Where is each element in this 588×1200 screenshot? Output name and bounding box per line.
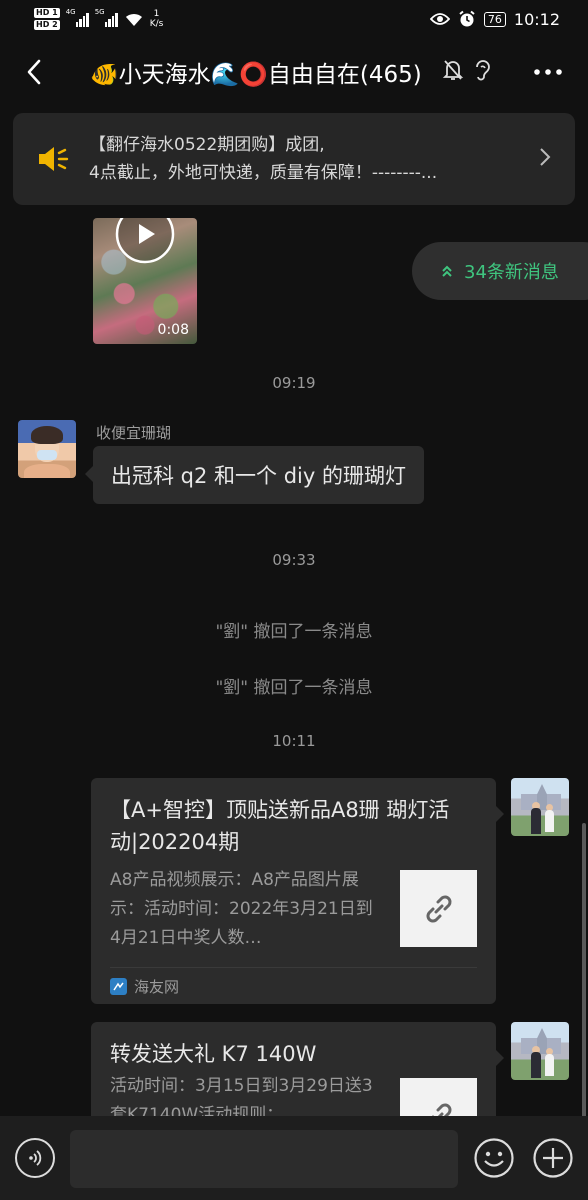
- timestamp: 10:11: [272, 732, 316, 750]
- video-duration: 0:08: [157, 322, 189, 338]
- link-icon: [430, 1103, 451, 1116]
- earpiece-icon: [476, 60, 490, 81]
- message-list[interactable]: 0:08 34条新消息 09:19 收便宜珊瑚 出冠科 q2 和一个 diy 的…: [0, 210, 588, 1116]
- link-icon: [426, 895, 451, 922]
- chevron-right-icon: [540, 148, 551, 166]
- avatar[interactable]: [511, 778, 569, 836]
- recall-notice: "劉" 撤回了一条消息: [215, 678, 373, 698]
- clock: 10:12: [513, 9, 560, 29]
- input-bar: [0, 1116, 588, 1200]
- hd-indicator: HD 1 HD 2: [34, 8, 60, 30]
- voice-input-button[interactable]: [15, 1138, 55, 1178]
- chat-header: 🐠小天海水🌊⭕自由自在(465): [0, 38, 588, 106]
- video-message[interactable]: 0:08: [93, 218, 197, 344]
- card-source: 海友网: [110, 976, 179, 997]
- link-thumbnail: [400, 1078, 477, 1116]
- card-title: 转发送大礼 K7 140W: [110, 1042, 317, 1066]
- back-button[interactable]: [14, 52, 54, 92]
- timestamp: 09:19: [272, 374, 316, 392]
- card-description: A8产品视频展示：A8产品图片展示：活动时间：2022年3月21日到4月21日中…: [110, 870, 373, 948]
- play-icon: [115, 218, 175, 264]
- text-message[interactable]: 出冠科 q2 和一个 diy 的珊瑚灯: [85, 446, 424, 504]
- link-card[interactable]: 转发送大礼 K7 140W 活动时间：3月15日到3月29日送3套K7140W活…: [91, 1022, 504, 1116]
- network-speed: 1 K/s: [149, 9, 164, 29]
- link-card[interactable]: 【A+智控】顶贴送新品A8珊 瑚灯活动|202204期 A8产品视频展示：A8产…: [91, 778, 504, 1004]
- more-dots-icon: [534, 69, 562, 75]
- timestamp: 09:33: [272, 551, 316, 569]
- alarm-icon: [459, 10, 475, 27]
- card-title: 【A+智控】顶贴送新品A8珊 瑚灯活动|202204期: [110, 798, 450, 854]
- signal-5g-icon: 5G: [95, 8, 118, 27]
- card-description: 活动时间：3月15日到3月29日送3套K7140W活动规则：: [110, 1076, 373, 1116]
- double-chevron-up-icon: [442, 265, 452, 277]
- message-input[interactable]: [70, 1130, 458, 1188]
- source-logo-icon: [110, 978, 127, 995]
- mute-bell-icon: [442, 60, 464, 80]
- recall-notice: "劉" 撤回了一条消息: [215, 622, 373, 642]
- new-messages-button[interactable]: 34条新消息: [412, 242, 588, 300]
- voice-icon: [29, 1150, 42, 1166]
- scrollbar[interactable]: [582, 823, 586, 1118]
- avatar[interactable]: [511, 1022, 569, 1080]
- battery-indicator: 76: [483, 11, 506, 27]
- status-bar: HD 1 HD 2 4G 5G 1 K/s 76 10:12: [0, 0, 588, 38]
- wifi-icon: [125, 13, 142, 26]
- chevron-left-icon: [27, 59, 41, 85]
- more-options-button[interactable]: [530, 58, 566, 86]
- signal-4g-icon: 4G: [66, 8, 89, 27]
- avatar[interactable]: [18, 420, 76, 478]
- eye-icon: [429, 13, 450, 25]
- more-actions-button[interactable]: [532, 1137, 574, 1179]
- chat-title: 🐠小天海水🌊⭕自由自在(465): [90, 62, 422, 88]
- speaker-icon: [39, 147, 69, 171]
- group-announcement[interactable]: 【翻仔海水0522期团购】成团, 4点截止，外地可快递，质量有保障！------…: [13, 113, 575, 205]
- link-thumbnail: [400, 870, 477, 947]
- sender-name: 收便宜珊瑚: [96, 424, 172, 442]
- announcement-text: 【翻仔海水0522期团购】成团, 4点截止，外地可快递，质量有保障！------…: [89, 135, 438, 183]
- emoji-button[interactable]: [473, 1137, 515, 1179]
